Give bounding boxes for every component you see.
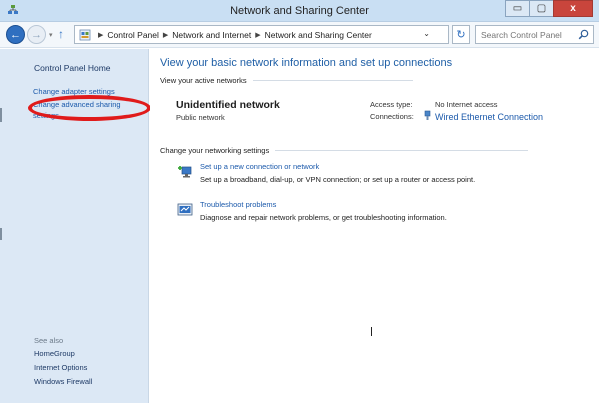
- refresh-icon: ↻: [456, 29, 466, 41]
- troubleshoot-description: Diagnose and repair network problems, or…: [200, 213, 447, 222]
- edge-artifact: [0, 108, 2, 122]
- search-input[interactable]: [476, 29, 576, 40]
- homegroup-link[interactable]: HomeGroup: [34, 349, 75, 358]
- active-networks-header: View your active networks: [160, 76, 413, 85]
- network-category-link[interactable]: Public network: [176, 113, 225, 122]
- breadcrumb-separator-icon: ▶: [98, 31, 104, 39]
- edge-artifact: [0, 228, 2, 240]
- content-pane: View your basic network information and …: [150, 49, 599, 403]
- active-networks-label: View your active networks: [160, 76, 247, 85]
- divider: [252, 80, 413, 81]
- maximize-button[interactable]: ▢: [529, 0, 554, 17]
- networking-settings-header: Change your networking settings: [160, 146, 529, 155]
- troubleshoot-problems-link[interactable]: Troubleshoot problems: [200, 200, 276, 209]
- close-button[interactable]: x: [553, 0, 593, 17]
- breadcrumb-control-panel[interactable]: Control Panel: [107, 30, 159, 40]
- breadcrumb-network-and-sharing-center[interactable]: Network and Sharing Center: [265, 30, 372, 40]
- recent-locations-dropdown[interactable]: ▾: [49, 31, 53, 39]
- arrow-right-icon: →: [31, 28, 42, 41]
- back-button[interactable]: ←: [6, 25, 25, 44]
- networking-settings-label: Change your networking settings: [160, 146, 270, 155]
- control-panel-icon: [79, 29, 91, 40]
- search-icon[interactable]: [578, 29, 589, 40]
- page-title: View your basic network information and …: [160, 57, 453, 69]
- change-advanced-sharing-settings-link-line2[interactable]: settings: [33, 111, 59, 120]
- new-connection-icon: [178, 166, 192, 178]
- title-bar: Network and Sharing Center ▭ ▢ x: [0, 0, 599, 22]
- setup-connection-link[interactable]: Set up a new connection or network: [200, 162, 319, 171]
- forward-button[interactable]: →: [27, 25, 46, 44]
- text-cursor-icon: [371, 327, 373, 336]
- search-box[interactable]: [475, 25, 594, 44]
- breadcrumb-separator-icon: ▶: [162, 31, 169, 39]
- access-type-value: No Internet access: [435, 100, 498, 109]
- internet-options-link[interactable]: Internet Options: [34, 363, 87, 372]
- network-name: Unidentified network: [176, 99, 280, 111]
- navigation-bar: ← → ▾ ↑ ▶ Control Panel ▶ Network and In…: [0, 22, 599, 48]
- troubleshoot-icon: [177, 203, 193, 216]
- connections-label: Connections:: [370, 112, 414, 121]
- change-adapter-settings-link[interactable]: Change adapter settings: [33, 87, 115, 96]
- divider: [275, 150, 529, 151]
- control-panel-home-link[interactable]: Control Panel Home: [34, 63, 111, 73]
- arrow-left-icon: ←: [10, 28, 21, 41]
- minimize-button[interactable]: ▭: [505, 0, 530, 17]
- breadcrumb-separator-icon: ▶: [255, 31, 261, 39]
- change-advanced-sharing-settings-link[interactable]: Change advanced sharing: [33, 100, 121, 109]
- windows-firewall-link[interactable]: Windows Firewall: [34, 377, 92, 386]
- setup-connection-description: Set up a broadband, dial-up, or VPN conn…: [200, 175, 476, 184]
- ethernet-icon: [424, 110, 431, 120]
- breadcrumb-network-and-internet[interactable]: Network and Internet: [172, 30, 251, 40]
- address-dropdown-icon[interactable]: ⌄: [423, 29, 430, 38]
- window-controls: ▭ ▢ x: [505, 0, 593, 17]
- up-button[interactable]: ↑: [58, 27, 64, 41]
- wired-ethernet-connection-link[interactable]: Wired Ethernet Connection: [435, 112, 545, 123]
- arrow-up-icon: ↑: [58, 27, 64, 41]
- navigation-pane: Control Panel Home Change adapter settin…: [0, 49, 151, 403]
- access-type-label: Access type:: [370, 100, 413, 109]
- address-bar[interactable]: ▶ Control Panel ▶ Network and Internet ▶…: [74, 25, 449, 44]
- see-also-label: See also: [34, 336, 64, 345]
- refresh-button[interactable]: ↻: [452, 25, 470, 44]
